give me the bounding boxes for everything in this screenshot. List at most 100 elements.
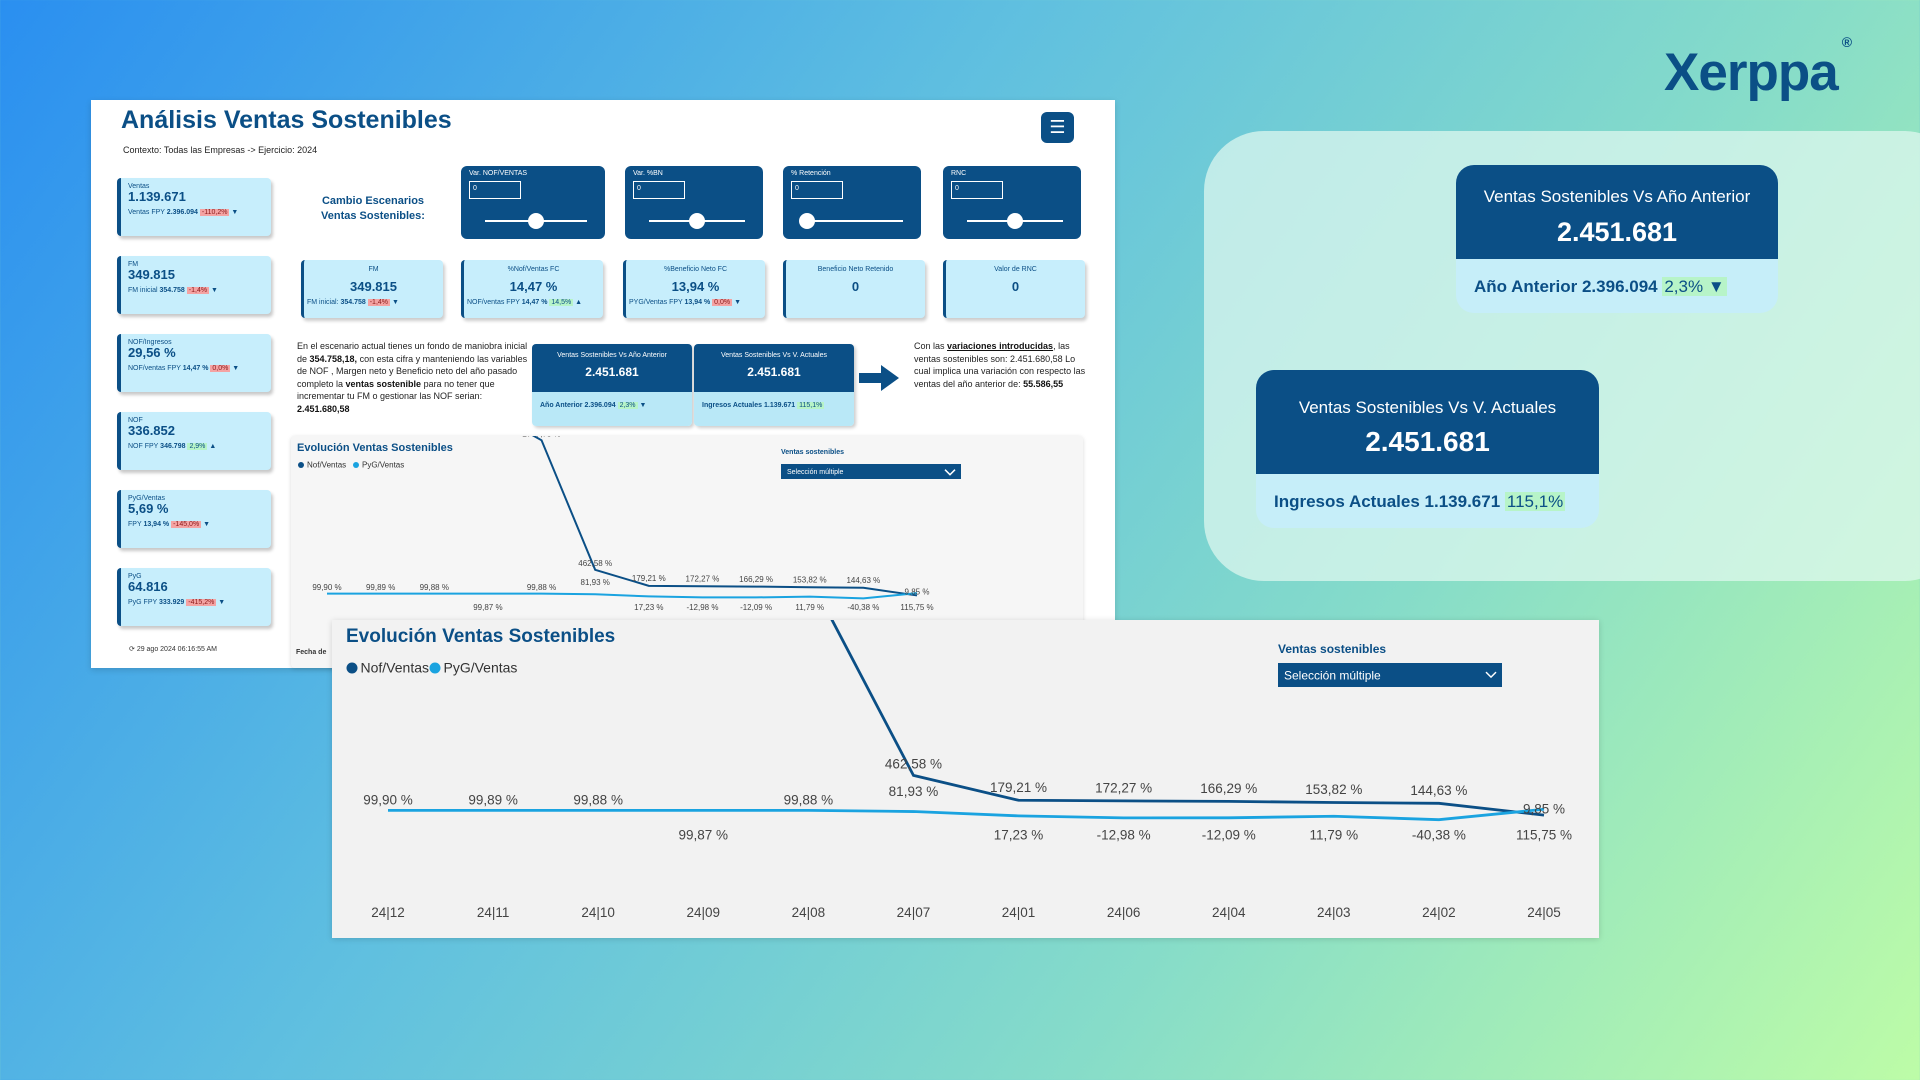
x-tick-label: 24|07 <box>897 905 931 920</box>
slider-label: Var. NOF/VENTAS <box>469 170 528 177</box>
kpi-value: 336.852 <box>128 423 175 438</box>
data-label-nof: 153,82 % <box>1305 782 1362 797</box>
data-label-pyg: 17,23 % <box>994 827 1044 842</box>
data-label-pyg: 99,88 % <box>784 792 834 807</box>
mini-card-actuales: Ventas Sostenibles Vs V. Actuales 2.451.6… <box>694 344 854 426</box>
card-2: %Beneficio Neto FC 13,94 % PYG/Ventas FPY… <box>623 260 765 318</box>
kpi-value: 5,69 % <box>128 501 169 516</box>
report-title: Análisis Ventas Sostenibles <box>121 106 452 134</box>
hamburger-icon[interactable]: ☰ <box>1041 112 1074 143</box>
legend-dot-nof <box>346 662 358 674</box>
card-sub: FM inicial: 354.758 -1,4% ▼ <box>307 299 399 306</box>
data-label-nof: 179,21 % <box>990 780 1047 795</box>
data-label-pyg: 81,93 % <box>581 578 610 587</box>
big-card-actuales-foot: Ingresos Actuales 1.139.671 <box>1274 492 1501 511</box>
kpi-card-3: NOF 336.852 NOF FPY 346.798 2,9% ▲ <box>117 412 271 470</box>
slider-3[interactable]: RNC 0 <box>943 166 1081 239</box>
data-label-pyg: 115,75 % <box>900 603 933 612</box>
slider-value-input[interactable]: 0 <box>791 181 843 199</box>
data-label-pyg: 115,75 % <box>1516 827 1572 842</box>
card-label: %Nof/Ventas FC <box>507 266 560 273</box>
card-sub: NOF/ventas FPY 14,47 % 14,5% ▲ <box>467 299 583 306</box>
x-tick-label: 24|08 <box>792 905 826 920</box>
legend-label-pyg: PyG/Ventas <box>444 660 518 676</box>
report-context: Contexto: Todas las Empresas -> Ejercici… <box>123 145 318 155</box>
x-tick-label: 24|06 <box>1107 905 1141 920</box>
data-label-pyg: -12,09 % <box>1202 827 1256 842</box>
kpi-sub: NOF/ventas FPY 14,47 % 0,0% ▼ <box>128 365 240 372</box>
card-label: FM <box>368 266 379 273</box>
x-tick-label: 24|12 <box>371 905 405 920</box>
big-card-anterior-delta: 2,3% ▼ <box>1662 277 1727 296</box>
kpi-card-4: PyG/Ventas 5,69 % FPY 13,94 % -145,0% ▼ <box>117 490 271 548</box>
arrow-right-icon <box>859 365 899 391</box>
series-line-pyg <box>326 592 918 600</box>
card-label: %Beneficio Neto FC <box>663 266 728 273</box>
card-value: 349.815 <box>350 279 397 294</box>
slider-value-input[interactable]: 0 <box>469 181 521 199</box>
conclusion-paragraph: Con las variaciones introducidas, las ve… <box>914 341 1086 389</box>
slider-0[interactable]: Var. NOF/VENTAS 0 <box>461 166 605 239</box>
kpi-sub: FM inicial 354.758 -1,4% ▼ <box>128 287 218 294</box>
legend-label-pyg: PyG/Ventas <box>362 461 404 470</box>
slider-knob[interactable] <box>689 213 705 229</box>
data-label-pyg: 99,87 % <box>678 827 728 842</box>
card-value: 0 <box>1011 279 1020 294</box>
card-3: Beneficio Neto Retenido 0 <box>783 260 925 318</box>
kpi-value: 349.815 <box>128 267 175 282</box>
data-label-pyg: 11,79 % <box>1310 827 1359 842</box>
refresh-info: ⟳ 29 ago 2024 06:16:55 AM <box>129 646 217 653</box>
scenario-label: Cambio Escenarios Ventas Sostenibles: <box>321 195 425 222</box>
data-label-pyg: 99,89 % <box>366 583 395 592</box>
card-value: 13,94 % <box>671 279 720 294</box>
triangle-down-icon: ▼ <box>232 365 240 372</box>
slider-label: Var. %BN <box>633 170 663 177</box>
x-tick-label: 24|02 <box>1422 905 1456 920</box>
slider-knob[interactable] <box>528 213 544 229</box>
triangle-down-icon: ▼ <box>218 599 226 606</box>
slider-1[interactable]: Var. %BN 0 <box>625 166 763 239</box>
data-label-pyg: -12,09 % <box>740 603 772 612</box>
kpi-card-1: FM 349.815 FM inicial 354.758 -1,4% ▼ <box>117 256 271 314</box>
kpi-card-2: NOF/Ingresos 29,56 % NOF/ventas FPY 14,4… <box>117 334 271 392</box>
legend-label-nof: Nof/Ventas <box>307 461 346 470</box>
scenario-paragraph: En el escenario actual tienes un fondo d… <box>297 341 528 414</box>
legend-dot-pyg <box>429 662 441 674</box>
legend-dot-pyg <box>353 462 359 468</box>
chart-title: Evolución Ventas Sostenibles <box>297 442 453 454</box>
data-label-nof: 462,58 % <box>578 559 612 568</box>
x-tick-label: 24|04 <box>1212 905 1246 920</box>
slider-knob[interactable] <box>1007 213 1023 229</box>
slider-knob[interactable] <box>799 213 815 229</box>
x-tick-label: 24|01 <box>1002 905 1036 920</box>
kpi-sub: PyG FPY 333.929 -415,2% ▼ <box>128 599 226 606</box>
kpi-sub: NOF FPY 346.798 2,9% ▲ <box>128 443 217 450</box>
data-label-pyg: -12,98 % <box>1097 827 1151 842</box>
footer-partial: Fecha de <box>296 649 327 656</box>
xerppa-logo: Xerppa® <box>1664 34 1852 102</box>
series-line-nof <box>326 392 918 597</box>
x-tick-label: 24|10 <box>581 905 615 920</box>
big-card-actuales-delta: 115,1% <box>1504 492 1566 511</box>
slider-value-input[interactable]: 0 <box>951 181 1003 199</box>
kpi-sub: FPY 13,94 % -145,0% ▼ <box>128 521 211 528</box>
slider-track[interactable] <box>807 220 903 222</box>
kpi-sub: Ventas FPY 2.396.094 -110,2% ▼ <box>128 209 239 216</box>
filter-label: Ventas sostenibles <box>1278 642 1386 656</box>
data-label-nof: 144,63 % <box>846 576 880 585</box>
data-label-nof: 166,29 % <box>1200 781 1257 796</box>
x-tick-label: 24|11 <box>477 905 510 920</box>
report-panel: Análisis Ventas Sostenibles Contexto: To… <box>91 100 1115 668</box>
mini-card-anterior: Ventas Sostenibles Vs Año Anterior 2.451.… <box>532 344 692 426</box>
data-label-nof: 9,85 % <box>905 588 930 597</box>
data-label-nof: 462,58 % <box>885 756 942 771</box>
triangle-up-icon: ▲ <box>209 443 217 450</box>
data-label-pyg: 99,90 % <box>312 583 341 592</box>
card-label: Valor de RNC <box>994 266 1037 273</box>
legend-label-nof: Nof/Ventas <box>361 660 430 676</box>
big-card-anterior-value: 2.451.681 <box>1556 217 1678 247</box>
big-card-actuales-label: Ventas Sostenibles Vs V. Actuales <box>1298 398 1557 417</box>
legend-dot-nof <box>298 462 304 468</box>
slider-value-input[interactable]: 0 <box>633 181 685 199</box>
slider-2[interactable]: % Retención 0 <box>783 166 921 239</box>
